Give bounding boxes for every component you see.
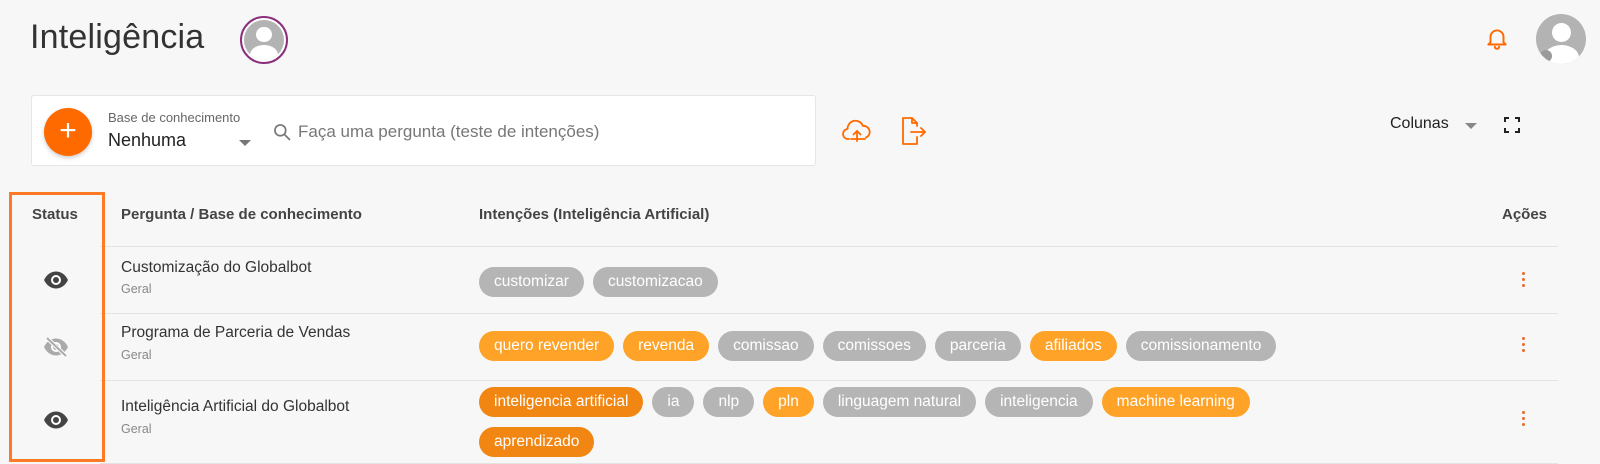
question-title[interactable]: Programa de Parceria de Vendas <box>121 324 350 342</box>
file-export-icon[interactable] <box>898 116 928 146</box>
question-kb: Geral <box>121 282 152 296</box>
columns-dropdown[interactable]: Colunas <box>1390 115 1449 133</box>
more-vertical-icon[interactable] <box>1520 411 1526 429</box>
intent-chip: nlp <box>703 387 755 417</box>
bot-avatar[interactable] <box>240 16 288 64</box>
more-vertical-icon[interactable] <box>1520 272 1526 290</box>
question-kb: Geral <box>121 422 152 436</box>
cloud-upload-icon[interactable] <box>841 117 873 145</box>
intent-chip: pln <box>763 387 814 417</box>
status-dot <box>1540 50 1552 62</box>
intent-chip: linguagem natural <box>822 387 977 417</box>
intent-chip: inteligencia <box>985 387 1093 417</box>
add-button[interactable]: + <box>44 108 92 156</box>
search-card: + Base de conhecimento Nenhuma <box>31 95 816 166</box>
header-actions: Ações <box>1502 206 1548 223</box>
intent-list: inteligencia artificial ia nlp pln lingu… <box>479 387 1359 457</box>
intent-chip: parceria <box>934 331 1021 361</box>
row-divider <box>100 380 1558 381</box>
intent-chip: aprendizado <box>479 427 595 457</box>
row-divider <box>100 246 1558 247</box>
bell-icon[interactable] <box>1484 24 1510 52</box>
intent-list: customizar customizacao <box>479 267 1359 297</box>
intent-chip: quero revender <box>479 331 615 361</box>
chevron-down-icon[interactable] <box>1465 123 1477 129</box>
question-title[interactable]: Customização do Globalbot <box>121 259 311 277</box>
question-kb: Geral <box>121 348 152 362</box>
intent-chip: machine learning <box>1101 387 1250 417</box>
page-title: Inteligência <box>30 18 205 56</box>
row-divider <box>100 313 1558 314</box>
intent-chip: comissoes <box>822 331 926 361</box>
intent-chip: inteligencia artificial <box>479 387 644 417</box>
fullscreen-icon[interactable] <box>1504 117 1520 133</box>
intent-chip: customizar <box>479 267 584 297</box>
intent-list: quero revender revenda comissao comissoe… <box>479 331 1359 361</box>
eye-icon[interactable] <box>43 270 69 290</box>
more-vertical-icon[interactable] <box>1520 337 1526 355</box>
header-question: Pergunta / Base de conhecimento <box>121 206 362 223</box>
eye-icon[interactable] <box>43 410 69 430</box>
header-status: Status <box>32 206 78 223</box>
knowledge-base-label: Base de conhecimento <box>108 110 241 125</box>
search-input[interactable] <box>298 118 798 146</box>
user-avatar[interactable] <box>1536 14 1586 64</box>
chevron-down-icon[interactable] <box>239 140 251 146</box>
search-icon <box>274 124 291 141</box>
intent-chip: afiliados <box>1029 331 1117 361</box>
intent-chip: revenda <box>623 331 710 361</box>
eye-off-icon[interactable] <box>43 337 69 357</box>
intent-chip: comissionamento <box>1125 331 1277 361</box>
intent-chip: comissao <box>718 331 814 361</box>
intent-chip: customizacao <box>592 267 718 297</box>
header-intents: Intenções (Inteligência Artificial) <box>479 206 710 223</box>
intent-chip: ia <box>652 387 695 417</box>
question-title[interactable]: Inteligência Artificial do Globalbot <box>121 398 349 416</box>
knowledge-base-select[interactable]: Nenhuma <box>108 130 186 151</box>
